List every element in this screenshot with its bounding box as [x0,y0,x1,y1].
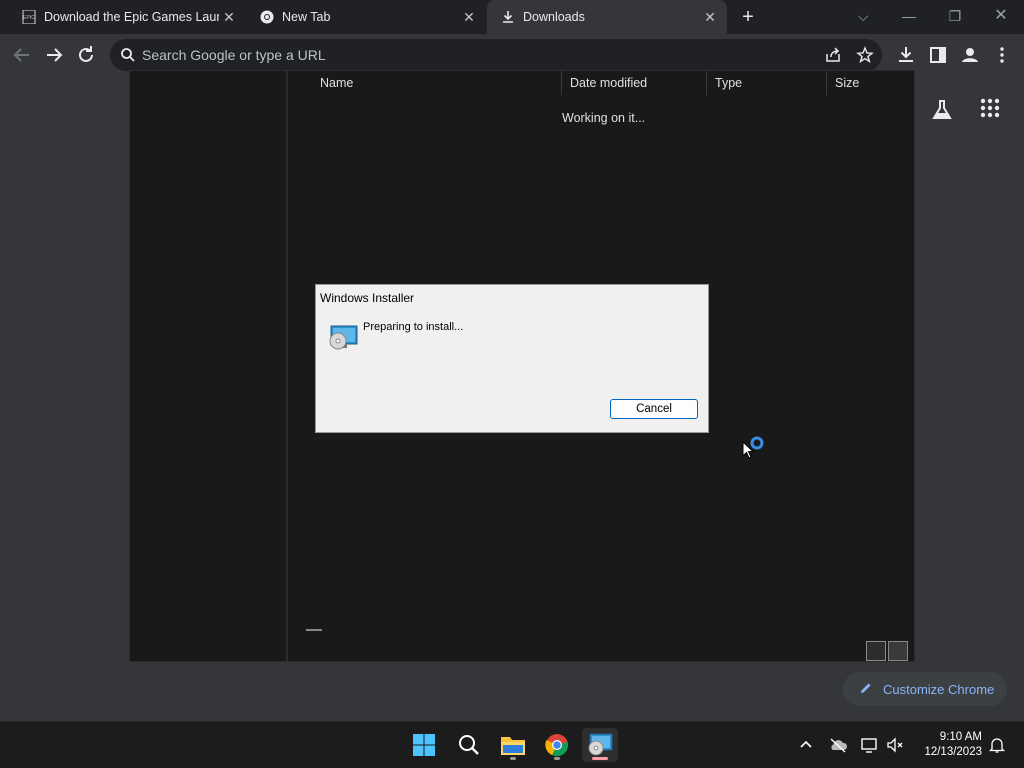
clock-time: 9:10 AM [939,731,982,743]
tab-new-tab[interactable]: New Tab ✕ [246,0,486,34]
new-tab-button[interactable]: + [737,6,759,28]
customize-chrome-button[interactable]: Customize Chrome [843,672,1007,706]
tab-epic-games[interactable]: EPIC Download the Epic Games Launc ✕ [0,0,246,34]
view-toggle [866,641,908,661]
volume-muted-icon[interactable] [886,736,904,754]
epic-icon: EPIC [22,10,36,24]
bookmark-star-icon[interactable] [856,46,874,64]
google-apps-icon[interactable] [980,98,1000,118]
menu-icon[interactable] [990,43,1014,67]
column-headers: Name Date modified Type Size [296,71,906,95]
tab-search-icon[interactable]: ⌵ [848,4,878,28]
customize-chrome-label: Customize Chrome [883,681,995,697]
column-name[interactable]: Name [312,71,554,95]
back-icon[interactable] [10,43,34,67]
dialog-message: Preparing to install... [363,321,464,333]
installer-icon [328,325,358,351]
chevron-up-icon[interactable] [797,736,815,754]
dialog-body: Preparing to install... Cancel [316,313,708,432]
navigation-pane[interactable] [130,71,288,661]
pencil-icon [859,681,873,698]
column-size[interactable]: Size [826,71,906,95]
download-icon [501,10,515,24]
taskbar: 9:10 AM 12/13/2023 [0,721,1024,768]
column-type[interactable]: Type [706,71,826,95]
active-indicator [592,757,608,760]
tab-title: New Tab [282,10,331,24]
close-tab-icon[interactable]: ✕ [703,10,717,24]
close-window-button[interactable]: ✕ [986,4,1016,28]
tab-title: Download the Epic Games Launc [44,10,219,24]
divider [306,629,322,631]
tab-title: Downloads [523,10,585,24]
close-tab-icon[interactable]: ✕ [462,10,476,24]
start-icon[interactable] [406,728,442,762]
downloads-icon[interactable] [894,43,918,67]
labs-flask-icon[interactable] [930,98,954,122]
address-input[interactable] [142,45,802,65]
svg-text:EPIC: EPIC [23,15,35,21]
cancel-button[interactable]: Cancel [610,399,698,419]
reload-icon[interactable] [74,43,98,67]
file-explorer-icon[interactable] [495,728,531,762]
forward-icon[interactable] [42,43,66,67]
busy-cursor-icon [742,436,768,462]
tab-strip: EPIC Download the Epic Games Launc ✕ New… [0,0,1024,34]
chrome-icon[interactable] [539,728,575,762]
minimize-button[interactable]: — [894,4,924,28]
search-icon [120,47,136,63]
profile-icon[interactable] [958,43,982,67]
side-panel-icon[interactable] [926,43,950,67]
details-view-icon[interactable] [866,641,886,661]
windows-installer-dialog: Windows Installer Preparing to install..… [315,284,709,433]
close-tab-icon[interactable]: ✕ [222,10,236,24]
share-icon[interactable] [824,46,842,64]
running-indicator [510,757,516,760]
network-icon[interactable] [860,736,878,754]
dialog-title: Windows Installer [320,291,415,305]
clock[interactable]: 9:10 AM 12/13/2023 [918,730,982,760]
chrome-icon [260,10,274,24]
status-text: Working on it... [562,111,646,125]
search-icon[interactable] [451,728,487,762]
omnibox[interactable] [110,39,882,71]
restore-button[interactable]: ❐ [940,4,970,28]
onedrive-icon[interactable] [828,736,848,754]
tab-downloads[interactable]: Downloads ✕ [487,0,727,34]
tiles-view-icon[interactable] [888,641,908,661]
notification-bell-icon[interactable] [988,736,1006,754]
clock-date: 12/13/2023 [924,746,982,758]
installer-icon[interactable] [582,728,618,762]
column-date-modified[interactable]: Date modified [561,71,705,95]
running-indicator [554,757,560,760]
